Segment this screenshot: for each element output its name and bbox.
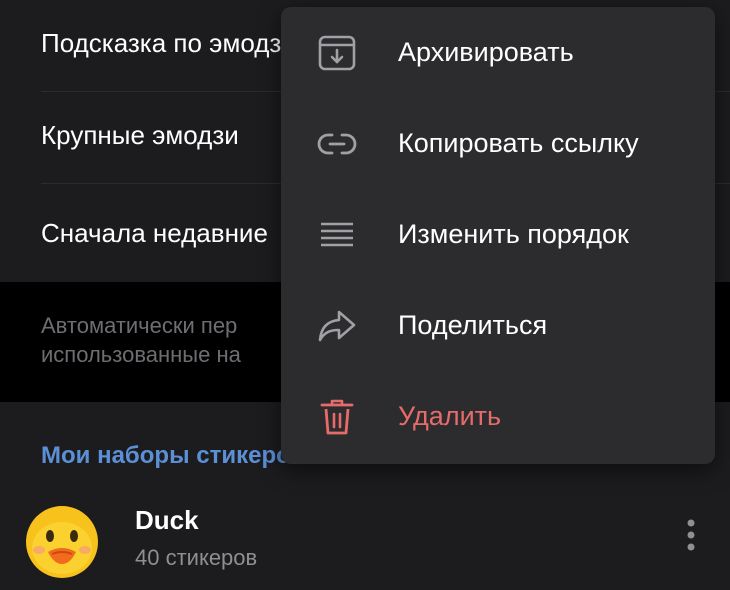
share-icon (318, 310, 356, 342)
menu-item-label: Изменить порядок (398, 219, 629, 249)
settings-row-label: Подсказка по эмодзи (41, 28, 296, 58)
context-menu: Архивировать Копировать ссылку Изменить … (281, 7, 715, 464)
more-vertical-icon[interactable] (676, 514, 706, 556)
sticker-pack-row[interactable]: Duck 40 стикеров (0, 480, 730, 590)
menu-item-reorder[interactable]: Изменить порядок (281, 189, 715, 280)
menu-item-archive[interactable]: Архивировать (281, 7, 715, 98)
trash-icon (320, 399, 354, 435)
sticker-pack-count: 40 стикеров (135, 545, 258, 570)
duck-emoji-icon (26, 506, 98, 578)
menu-item-copy-link[interactable]: Копировать ссылку (281, 98, 715, 189)
archive-icon (318, 35, 356, 71)
menu-item-label: Удалить (398, 401, 502, 431)
menu-item-label: Поделиться (398, 310, 548, 340)
settings-row-label: Сначала недавние (41, 218, 268, 248)
section-title: Мои наборы стикеров (41, 442, 306, 469)
link-icon (317, 133, 357, 155)
settings-row-label: Крупные эмодзи (41, 120, 239, 150)
menu-item-share[interactable]: Поделиться (281, 280, 715, 371)
menu-item-delete[interactable]: Удалить (281, 371, 715, 462)
sticker-pack-name: Duck (135, 505, 199, 535)
menu-item-label: Архивировать (398, 37, 574, 67)
reorder-icon (321, 222, 353, 247)
menu-item-label: Копировать ссылку (398, 128, 639, 158)
